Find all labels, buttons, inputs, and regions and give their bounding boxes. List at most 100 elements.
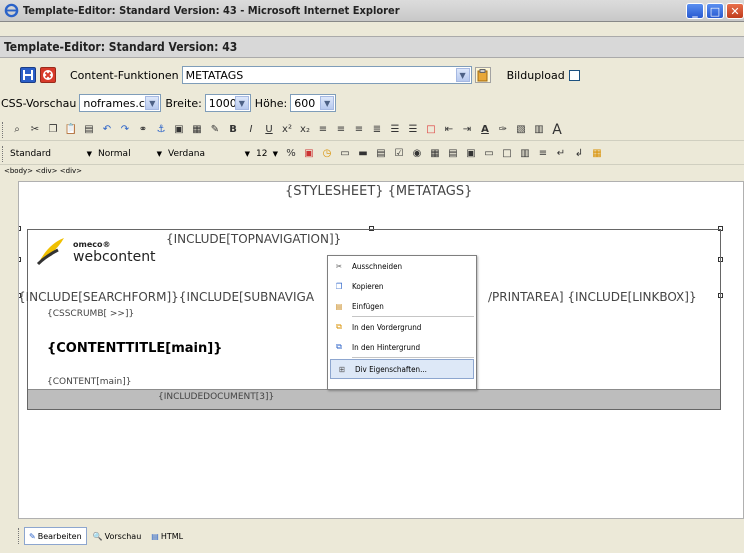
maximize-button[interactable]: □ <box>706 3 724 19</box>
align-center-icon[interactable]: ≡ <box>334 123 348 137</box>
element-path: <body> <div> <div> <box>0 167 744 179</box>
minimize-button[interactable]: _ <box>686 3 704 19</box>
find-icon[interactable]: ⌕ <box>10 123 24 137</box>
stylesheet-placeholder: {STYLESHEET} {METATAGS} <box>285 184 473 199</box>
bullet-list-icon[interactable]: ☰ <box>406 123 420 137</box>
format-toolbar: Standard ▼ Normal ▼ Verdana ▼ 12 ▼ % ▣ ◷… <box>0 143 744 165</box>
italic-icon[interactable]: I <box>244 123 258 137</box>
paste-special-icon[interactable]: ▤ <box>82 123 96 137</box>
label-icon[interactable]: ▭ <box>482 147 496 161</box>
html-icon: ▤ <box>151 531 159 541</box>
chevron-down-icon: ▼ <box>86 149 92 158</box>
style-select[interactable]: Standard ▼ <box>8 145 96 162</box>
height-label: Höhe: <box>254 96 288 110</box>
window-titlebar: Template-Editor: Standard Version: 43 - … <box>0 0 744 22</box>
textfield-icon[interactable]: ▭ <box>338 147 352 161</box>
superscript-icon[interactable]: x² <box>280 123 294 137</box>
outdent-icon[interactable]: ⇤ <box>442 123 456 137</box>
resize-handle[interactable] <box>19 226 21 231</box>
css-file-select[interactable]: noframes.css ▼ <box>79 94 162 112</box>
tab-preview[interactable]: 🔍 Vorschau <box>89 527 146 545</box>
align-right-icon[interactable]: ≡ <box>352 123 366 137</box>
font-select[interactable]: Verdana ▼ <box>166 145 254 162</box>
width-select[interactable]: 1000 ▼ <box>204 94 251 112</box>
resize-handle[interactable] <box>19 257 21 262</box>
preview-icon: 🔍 <box>92 531 103 541</box>
topnav-placeholder: {INCLUDE[TOPNAVIGATION]} <box>166 232 342 246</box>
menu-item-copy[interactable]: ❐ Kopieren <box>328 276 476 296</box>
align-left-icon[interactable]: ≡ <box>316 123 330 137</box>
marquee-icon[interactable]: ≡ <box>536 147 550 161</box>
font-color-icon[interactable]: A <box>478 123 492 137</box>
close-button[interactable]: ✕ <box>726 3 744 19</box>
properties-icon: ⊞ <box>338 364 346 374</box>
font-size-icon[interactable]: A <box>550 122 564 138</box>
background-color-icon[interactable]: ▧ <box>514 123 528 137</box>
bildupload-checkbox[interactable] <box>568 69 580 81</box>
textarea-icon[interactable]: ▬ <box>356 147 370 161</box>
paint-icon[interactable]: ✎ <box>208 123 222 137</box>
form-icon[interactable]: ▣ <box>302 147 316 161</box>
checkbox-icon[interactable]: ☑ <box>392 147 406 161</box>
content-functions-select[interactable]: METATAGS ▼ <box>181 66 472 84</box>
width-label: Breite: <box>165 96 202 110</box>
menu-separator <box>352 357 474 358</box>
menu-item-paste[interactable]: ▤ Einfügen <box>328 296 476 316</box>
cut-icon: ✂ <box>335 261 343 271</box>
undo-icon[interactable]: ↶ <box>100 123 114 137</box>
select-icon[interactable]: ▤ <box>446 147 460 161</box>
toolbar-grip <box>2 121 5 138</box>
grid-icon[interactable]: ▥ <box>532 123 546 137</box>
image-button-icon[interactable]: ▣ <box>464 147 478 161</box>
css-preview-row: CSS-Vorschau noframes.css ▼ Breite: 1000… <box>0 92 744 114</box>
subscript-icon[interactable]: x₂ <box>298 123 312 137</box>
content-functions-label: Content-Funktionen <box>70 68 179 82</box>
table-icon[interactable]: ▦ <box>190 123 204 137</box>
radio-icon[interactable]: ◉ <box>410 147 424 161</box>
copy-icon[interactable]: ❐ <box>46 123 60 137</box>
toolbar-grip <box>18 528 21 544</box>
clock-icon[interactable]: ◷ <box>320 147 334 161</box>
paragraph-format-value: Normal <box>98 148 131 159</box>
menu-item-bring-to-front[interactable]: ⧉ In den Vordergrund <box>328 317 476 337</box>
menu-item-div-properties[interactable]: ⊞ Div Eigenschaften... <box>330 359 474 379</box>
numbered-list-icon[interactable]: ☰ <box>388 123 402 137</box>
paragraph-format-select[interactable]: Normal ▼ <box>96 145 166 162</box>
indent-icon[interactable]: ⇥ <box>460 123 474 137</box>
special-char-icon[interactable]: % <box>284 147 298 161</box>
menu-item-cut[interactable]: ✂ Ausschneiden <box>328 256 476 276</box>
fieldset-icon[interactable]: □ <box>500 147 514 161</box>
insert-function-button[interactable] <box>474 67 491 83</box>
view-tabs: ✎ Bearbeiten 🔍 Vorschau ▤ HTML <box>18 525 744 547</box>
menu-item-send-to-back[interactable]: ⧉ In den Hintergrund <box>328 337 476 357</box>
height-select[interactable]: 600 ▼ <box>290 94 337 112</box>
font-size-select[interactable]: 12 ▼ <box>254 145 282 162</box>
logo-brand-large: webcontent <box>73 249 156 265</box>
iframe-icon[interactable]: ▥ <box>518 147 532 161</box>
link-icon[interactable]: ⚭ <box>136 123 150 137</box>
tab-html[interactable]: ▤ HTML <box>147 527 187 545</box>
box-icon[interactable]: ▦ <box>590 147 604 161</box>
hidden-field-icon[interactable]: ▤ <box>374 147 388 161</box>
line-break-icon[interactable]: ↲ <box>572 147 586 161</box>
paste-icon[interactable]: 📋 <box>64 123 78 137</box>
box-icon[interactable]: □ <box>424 123 438 137</box>
return-icon[interactable]: ↵ <box>554 147 568 161</box>
cut-icon[interactable]: ✂ <box>28 123 42 137</box>
redo-icon[interactable]: ↷ <box>118 123 132 137</box>
tab-edit[interactable]: ✎ Bearbeiten <box>24 527 87 545</box>
editor-header: Template-Editor: Standard Version: 43 <box>0 36 744 58</box>
image-icon[interactable]: ▣ <box>172 123 186 137</box>
highlight-icon[interactable]: ✑ <box>496 123 510 137</box>
bold-icon[interactable]: B <box>226 123 240 137</box>
underline-icon[interactable]: U <box>262 123 276 137</box>
anchor-icon[interactable]: ⚓ <box>154 123 168 137</box>
cancel-button[interactable] <box>40 67 56 83</box>
context-menu: ✂ Ausschneiden ❐ Kopieren ▤ Einfügen ⧉ I… <box>327 255 477 390</box>
justify-icon[interactable]: ≣ <box>370 123 384 137</box>
font-size-value: 12 <box>256 148 268 159</box>
menu-item-label: In den Hintergrund <box>352 342 421 352</box>
button-icon[interactable]: ▦ <box>428 147 442 161</box>
close-icon: ✕ <box>730 4 740 18</box>
save-button[interactable] <box>20 67 36 83</box>
